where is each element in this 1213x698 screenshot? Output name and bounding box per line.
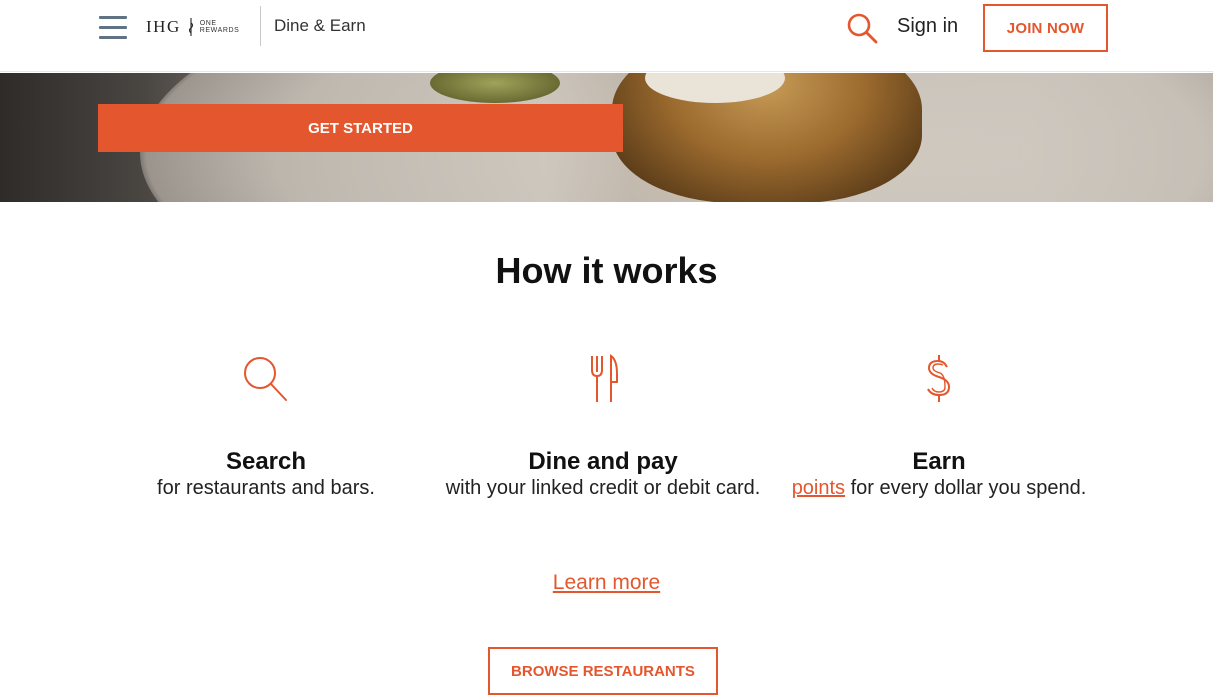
learn-more-link[interactable]: Learn more bbox=[553, 571, 660, 594]
step-earn: Earn points for every dollar you spend. bbox=[769, 352, 1109, 500]
brand-mark-icon bbox=[188, 18, 193, 36]
dollar-icon bbox=[927, 355, 951, 402]
step-title: Earn bbox=[912, 448, 966, 475]
join-now-button[interactable]: JOIN NOW bbox=[983, 4, 1108, 52]
brand-divider bbox=[260, 6, 261, 46]
step-title: Dine and pay bbox=[528, 448, 678, 475]
ihg-one-rewards-logo[interactable]: IHG ONE REWARDS bbox=[146, 14, 239, 40]
step-title: Search bbox=[225, 448, 307, 475]
sign-in-link[interactable]: Sign in bbox=[897, 15, 958, 38]
brand-ihg-text: IHG bbox=[146, 17, 181, 36]
step-description: for restaurants and bars. bbox=[157, 477, 375, 499]
site-header: IHG ONE REWARDS Dine & Earn Sign in JOIN… bbox=[0, 0, 1213, 72]
step-search: Search for restaurants and bars. bbox=[96, 352, 436, 500]
hamburger-menu-icon[interactable] bbox=[99, 16, 127, 40]
browse-restaurants-button[interactable]: BROWSE RESTAURANTS bbox=[488, 647, 718, 695]
fork-knife-icon bbox=[591, 354, 618, 402]
points-link[interactable]: points bbox=[792, 477, 845, 499]
product-name: Dine & Earn bbox=[274, 16, 366, 35]
step-dine-and-pay: Dine and pay with your linked credit or … bbox=[433, 352, 773, 500]
brand-sub-text: ONE REWARDS bbox=[199, 20, 240, 34]
how-it-works-title: How it works bbox=[495, 250, 718, 291]
magnifier-icon bbox=[244, 357, 287, 401]
hero-banner: GET STARTED bbox=[0, 73, 1213, 202]
step-description: points for every dollar you spend. bbox=[791, 477, 1087, 499]
learn-more-container: Learn more bbox=[0, 571, 1213, 595]
search-icon[interactable] bbox=[846, 12, 878, 44]
get-started-button[interactable]: GET STARTED bbox=[98, 104, 623, 152]
step-description: with your linked credit or debit card. bbox=[445, 477, 761, 499]
